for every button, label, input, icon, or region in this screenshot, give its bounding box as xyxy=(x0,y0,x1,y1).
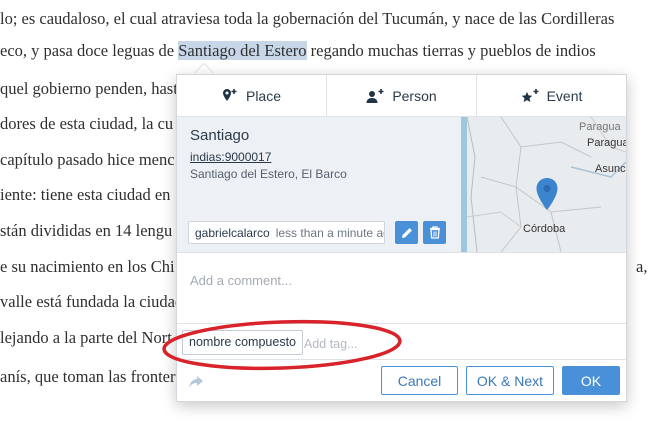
doc-line: quel gobierno penden, hast xyxy=(0,79,178,98)
trash-icon xyxy=(429,226,440,239)
popup-caret xyxy=(194,64,214,74)
pencil-icon xyxy=(401,227,412,238)
doc-line: iente: tiene esta ciudad en xyxy=(0,185,171,204)
doc-line: lo; es caudaloso, el cual atraviesa toda… xyxy=(0,9,615,28)
doc-line: valle está fundada la ciudad xyxy=(0,292,184,311)
cancel-button[interactable]: Cancel xyxy=(381,366,458,395)
edit-button[interactable] xyxy=(395,221,418,244)
map-label: Córdoba xyxy=(523,223,566,235)
tab-place[interactable]: Place xyxy=(177,75,327,116)
doc-line-fragment: a, xyxy=(636,257,648,276)
share-icon[interactable] xyxy=(188,375,204,394)
map-marker-plus-icon xyxy=(222,88,240,104)
annotation-time: less than a minute ago xyxy=(275,225,385,240)
comment-area[interactable]: Add a comment... xyxy=(177,252,626,324)
entity-title: Santiago xyxy=(190,127,250,144)
entity-info-panel: Santiago indias:9000017 Santiago del Est… xyxy=(177,117,461,252)
star-plus-icon xyxy=(521,88,541,104)
annotation-meta: gabrielcalarco less than a minute ago xyxy=(188,221,385,244)
entity-type-tabs: Place Person Event xyxy=(177,75,626,117)
map-label: Asunc xyxy=(595,163,626,175)
doc-line: eco, y pasa doce leguas de Santiago del … xyxy=(0,41,596,61)
tag-chip[interactable]: nombre compuesto xyxy=(182,330,304,355)
doc-line: dores de esta ciudad, la cu xyxy=(0,114,174,133)
comment-placeholder: Add a comment... xyxy=(190,273,292,288)
doc-line: stán divididas en 14 lengu xyxy=(0,221,173,240)
doc-line: anís, que toman las frontera xyxy=(0,367,183,386)
delete-button[interactable] xyxy=(423,221,446,244)
location-map[interactable]: Paragua Paragua Asunc Córdoba xyxy=(461,117,626,252)
tag-bar: nombre compuesto Add tag... xyxy=(177,323,626,360)
doc-line-end: regando muchas tierras y pueblos de indi… xyxy=(306,41,596,60)
tab-place-label: Place xyxy=(245,87,282,104)
tab-event-label: Event xyxy=(546,87,583,104)
ok-button[interactable]: OK xyxy=(562,366,620,395)
tab-person-label: Person xyxy=(392,87,437,104)
entity-location: Santiago del Estero, El Barco xyxy=(190,167,347,181)
annotation-user: gabrielcalarco xyxy=(195,225,270,240)
user-plus-icon xyxy=(366,88,386,104)
highlighted-annotation[interactable]: Santiago del Estero xyxy=(178,41,307,60)
entity-id-link[interactable]: indias:9000017 xyxy=(190,150,271,164)
tab-person[interactable]: Person xyxy=(327,75,477,116)
map-label: Paragua xyxy=(579,121,621,133)
doc-line: e su nacimiento en los Chi xyxy=(0,257,175,276)
ok-next-button[interactable]: OK & Next xyxy=(466,366,554,395)
map-pin-icon[interactable] xyxy=(535,177,559,211)
doc-line: capítulo pasado hice menc xyxy=(0,150,175,169)
tag-input[interactable]: Add tag... xyxy=(304,337,358,351)
annotation-popup: Place Person Event Santiago indias:90000… xyxy=(176,74,627,402)
doc-line: lejando a la parte del Nort xyxy=(0,328,172,347)
tab-event[interactable]: Event xyxy=(477,75,626,116)
doc-line-start: eco, y pasa doce leguas de xyxy=(0,41,179,60)
map-label: Paragua xyxy=(587,137,626,149)
